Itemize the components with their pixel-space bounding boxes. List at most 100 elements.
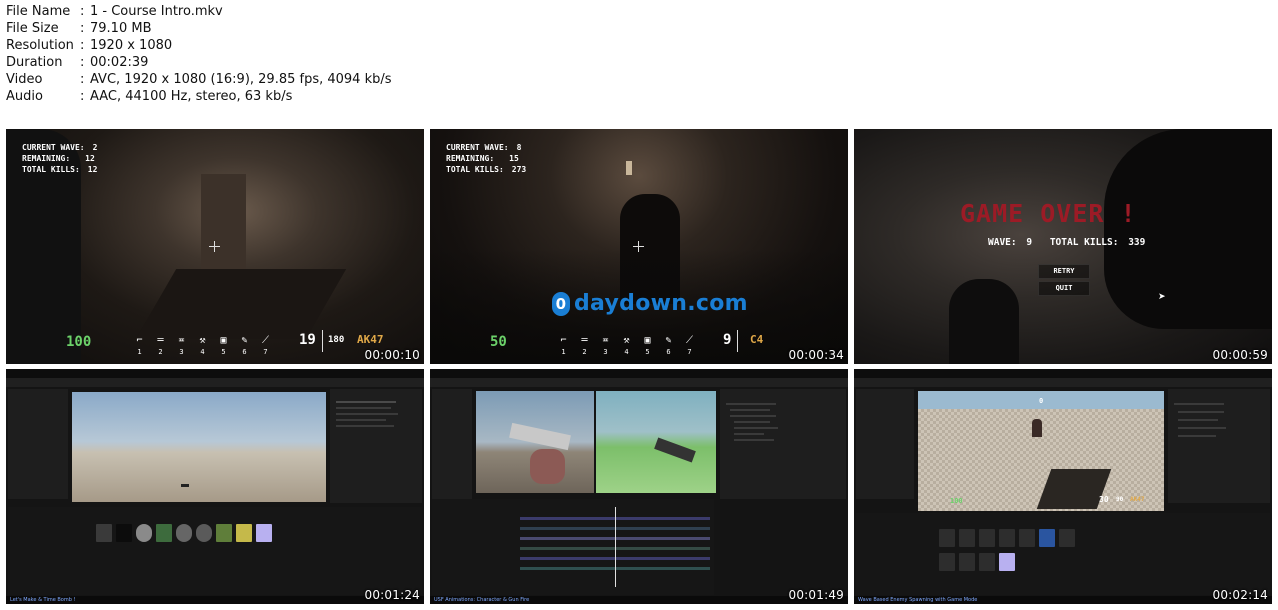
slot-number: 6 — [242, 348, 247, 356]
thumbnail-5[interactable]: USF Animations: Character & Gun Fire 00:… — [430, 369, 848, 604]
editor-toolbar — [854, 378, 1272, 387]
tree-row[interactable] — [734, 439, 774, 441]
slot-number: 4 — [624, 348, 629, 356]
tree-row[interactable] — [734, 421, 770, 423]
knife-icon: ⟋ — [262, 335, 269, 346]
thumbnail-3[interactable]: GAME OVER ! WAVE: 9 TOTAL KILLS: 339 RET… — [854, 129, 1272, 364]
weapon-slot-6: ✎ 6 — [236, 334, 253, 356]
remaining-value: 15 — [509, 154, 519, 163]
thumbnail-2[interactable]: CURRENT WAVE: 8 REMAINING: 15 TOTAL KILLS:… — [430, 129, 848, 364]
wave-label: CURRENT WAVE: — [446, 143, 509, 152]
tree-row[interactable] — [726, 403, 776, 405]
asset-tile[interactable] — [256, 524, 272, 542]
crosshair-icon — [633, 241, 644, 252]
thumbnail-6[interactable]: 0 100 30 90 AK47 Wave Based Enemy Spawni… — [854, 369, 1272, 604]
editor-toolbar — [6, 378, 424, 387]
ammo-value: 19 — [299, 332, 316, 348]
editor-menubar — [6, 369, 424, 378]
timestamp: 00:01:49 — [788, 588, 844, 602]
file-name-row: File Name : 1 - Course Intro.mkv — [6, 3, 392, 20]
asset-tile[interactable] — [979, 529, 995, 547]
asset-tile[interactable] — [999, 529, 1015, 547]
syringe-icon: ✎ — [665, 335, 672, 346]
pie-ammo-value: 30 — [1099, 495, 1109, 504]
tree-row[interactable] — [730, 409, 770, 411]
outliner-row[interactable] — [1178, 411, 1224, 413]
hand-mesh-shape — [530, 449, 565, 484]
quit-button[interactable]: QUIT — [1038, 281, 1090, 296]
retry-button[interactable]: RETRY — [1038, 264, 1090, 279]
asset-tile[interactable] — [236, 524, 252, 542]
wave-label: CURRENT WAVE: — [22, 143, 85, 152]
kills-value: 339 — [1128, 237, 1146, 248]
outliner-row[interactable] — [1174, 403, 1224, 405]
gun-name: C4 — [750, 333, 764, 346]
slot-number: 2 — [582, 348, 587, 356]
tree-row[interactable] — [730, 415, 776, 417]
ammo-divider — [322, 330, 323, 352]
slot-number: 3 — [179, 348, 184, 356]
slot-number: 5 — [645, 348, 650, 356]
outliner-row[interactable] — [336, 413, 398, 415]
asset-tile[interactable] — [939, 529, 955, 547]
audio-key: Audio — [6, 89, 43, 104]
pie-health-value: 100 — [950, 497, 963, 505]
smg-icon: ≖ — [178, 335, 185, 346]
asset-tile[interactable] — [1059, 529, 1075, 547]
outliner-panel — [1168, 389, 1270, 503]
rifle-icon: ═ — [157, 335, 164, 346]
tree-row[interactable] — [734, 433, 764, 435]
slot-number: 1 — [561, 348, 566, 356]
asset-tile[interactable] — [959, 553, 975, 571]
hud-stats: CURRENT WAVE: 8 REMAINING: 15 TOTAL KILLS:… — [446, 142, 526, 175]
file-size-sep: : — [80, 21, 85, 36]
content-browser — [8, 507, 422, 595]
weapon-slot-2: ═ 2 — [576, 334, 593, 356]
timestamp: 00:02:14 — [1212, 588, 1268, 602]
asset-tile[interactable] — [979, 553, 995, 571]
asset-tile[interactable] — [959, 529, 975, 547]
thumbnail-1[interactable]: CURRENT WAVE: 2 REMAINING: 12 TOTAL KILLS:… — [6, 129, 424, 364]
asset-tile[interactable] — [1039, 529, 1055, 547]
file-size-value: 79.10 MB — [90, 21, 152, 36]
slot-number: 7 — [263, 348, 268, 356]
outliner-row[interactable] — [1178, 419, 1218, 421]
asset-tile[interactable] — [176, 524, 192, 542]
slot-number: 3 — [603, 348, 608, 356]
asset-tile[interactable] — [1019, 529, 1035, 547]
weapon-slot-6: ✎ 6 — [660, 334, 677, 356]
outliner-row[interactable] — [336, 425, 394, 427]
outliner-row[interactable] — [1178, 435, 1216, 437]
asset-tile[interactable] — [939, 553, 955, 571]
thumbnail-4[interactable]: Let's Make & Time Bomb ! 00:01:24 — [6, 369, 424, 604]
watermark-text: daydown.com — [574, 291, 748, 316]
health-value: 100 — [66, 334, 92, 350]
tree-row[interactable] — [734, 427, 778, 429]
asset-tile[interactable] — [96, 524, 112, 542]
asset-tile[interactable] — [216, 524, 232, 542]
ammo-value: 9 — [723, 332, 732, 348]
pie-gun-name: AK47 — [1130, 496, 1145, 503]
ceiling-light-shape — [626, 161, 632, 175]
bomb-icon: ▣ — [220, 335, 227, 346]
outliner-row[interactable] — [1178, 427, 1226, 429]
video-caption: USF Animations: Character & Gun Fire — [434, 597, 530, 603]
level-viewport[interactable] — [72, 392, 326, 502]
audio-value: AAC, 44100 Hz, stereo, 63 kb/s — [90, 89, 293, 104]
outliner-row[interactable] — [336, 407, 391, 409]
asset-tile[interactable] — [116, 524, 132, 542]
weapon-slot-2: ═ 2 — [152, 334, 169, 356]
duration-row: Duration : 00:02:39 — [6, 54, 392, 71]
outliner-row[interactable] — [336, 419, 386, 421]
video-row: Video : AVC, 1920 x 1080 (16:9), 29.85 f… — [6, 71, 392, 88]
video-value: AVC, 1920 x 1080 (16:9), 29.85 fps, 4094… — [90, 72, 392, 87]
outliner-row[interactable] — [336, 401, 396, 403]
asset-tile[interactable] — [999, 553, 1015, 571]
asset-tile[interactable] — [136, 524, 152, 542]
weapon-slot-3: ≖ 3 — [597, 334, 614, 356]
asset-tile[interactable] — [156, 524, 172, 542]
asset-tile[interactable] — [196, 524, 212, 542]
bomb-mesh-shape — [181, 484, 189, 487]
playhead[interactable] — [615, 507, 616, 587]
editor-toolbar — [430, 378, 848, 387]
